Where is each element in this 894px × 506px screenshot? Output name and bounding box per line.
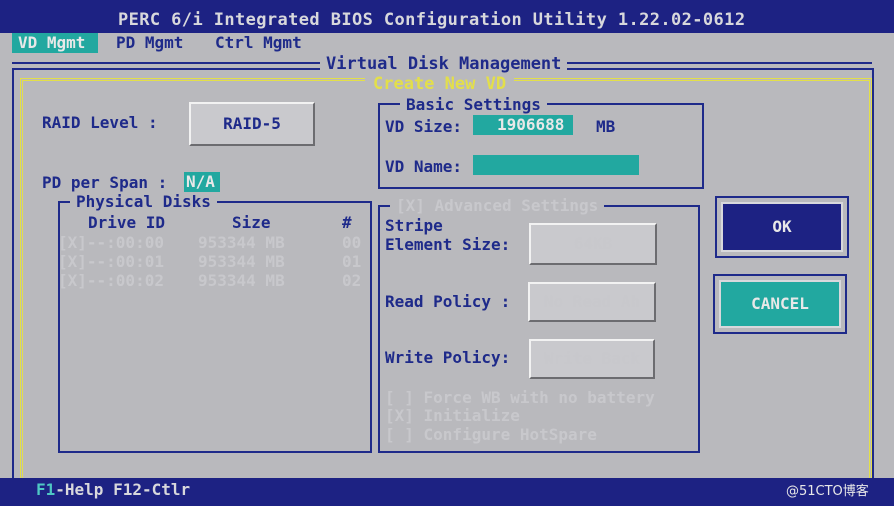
stripe-size-value: 64KB <box>573 234 613 253</box>
watermark: @51CTO博客 <box>786 484 869 499</box>
tab-vd-mgmt-label: VD Mgmt <box>18 33 86 52</box>
ok-button-face: OK <box>721 202 843 252</box>
disk-size: 953344 MB <box>198 233 285 252</box>
disk-number: 02 <box>342 271 362 290</box>
stripe-size-select[interactable]: 64KB <box>529 223 657 265</box>
tab-pd-mgmt[interactable]: PD Mgmt <box>116 33 183 52</box>
raid-level-value: RAID-5 <box>223 114 281 133</box>
read-policy-select[interactable]: No Read Ah <box>528 282 656 322</box>
panel-title: Virtual Disk Management <box>320 54 568 74</box>
disk-number: 00 <box>342 233 362 252</box>
header-number: # <box>342 213 352 232</box>
ok-button[interactable]: OK <box>715 196 849 258</box>
title-bar: PERC 6/i Integrated BIOS Configuration U… <box>0 0 894 33</box>
vd-size-label: VD Size: <box>385 117 463 136</box>
pd-per-span-label: PD per Span : <box>42 173 168 192</box>
write-policy-select[interactable]: Write Back <box>529 339 655 379</box>
element-size-label: Element Size: <box>385 235 511 254</box>
tab-ctrl-mgmt[interactable]: Ctrl Mgmt <box>215 33 302 52</box>
pd-per-span-field[interactable]: N/A <box>184 172 220 192</box>
header-drive-id: Drive ID <box>88 213 166 232</box>
write-policy-value: Write Back <box>543 349 641 368</box>
disk-size: 953344 MB <box>198 252 285 271</box>
pd-per-span-value: N/A <box>186 172 215 191</box>
header-size: Size <box>232 213 271 232</box>
raid-level-label: RAID Level : <box>42 113 158 132</box>
cancel-button[interactable]: CANCEL <box>713 274 847 334</box>
cancel-button-label: CANCEL <box>751 294 809 313</box>
configure-hotspare-checkbox[interactable]: [ ] Configure HotSpare <box>385 425 597 444</box>
initialize-checkbox[interactable]: [X] Initialize <box>385 406 520 425</box>
read-policy-label: Read Policy : <box>385 292 511 311</box>
vd-size-unit: MB <box>596 117 616 136</box>
disk-drive-id: [X]--:00:01 <box>58 252 164 271</box>
disk-size: 953344 MB <box>198 271 285 290</box>
dialog-title: Create New VD <box>365 74 515 94</box>
vd-size-input[interactable]: 1906688 <box>473 115 573 135</box>
stripe-label: Stripe <box>385 216 443 235</box>
ok-button-label: OK <box>772 217 792 236</box>
advanced-settings-title[interactable]: [X] Advanced Settings <box>390 196 605 215</box>
write-policy-label: Write Policy: <box>385 348 511 367</box>
tab-vd-mgmt[interactable]: VD Mgmt <box>12 33 98 53</box>
help-hint: F1-Help F12-Ctlr <box>36 480 190 499</box>
vd-name-input[interactable] <box>473 155 639 175</box>
app-title: PERC 6/i Integrated BIOS Configuration U… <box>118 10 746 30</box>
disk-drive-id: [X]--:00:02 <box>58 271 164 290</box>
force-wb-checkbox[interactable]: [ ] Force WB with no battery <box>385 388 655 407</box>
help-key: F1 <box>36 480 56 499</box>
read-policy-value: No Read Ah <box>543 292 641 311</box>
physical-disks-title: Physical Disks <box>70 192 217 211</box>
cancel-button-face: CANCEL <box>719 280 841 328</box>
vd-size-value: 1906688 <box>497 115 565 134</box>
disk-number: 01 <box>342 252 362 271</box>
basic-settings-title: Basic Settings <box>400 95 547 114</box>
raid-level-select[interactable]: RAID-5 <box>189 102 315 146</box>
disk-drive-id: [X]--:00:00 <box>58 233 164 252</box>
help-text: -Help F12-Ctlr <box>55 480 191 499</box>
vd-name-label: VD Name: <box>385 157 463 176</box>
